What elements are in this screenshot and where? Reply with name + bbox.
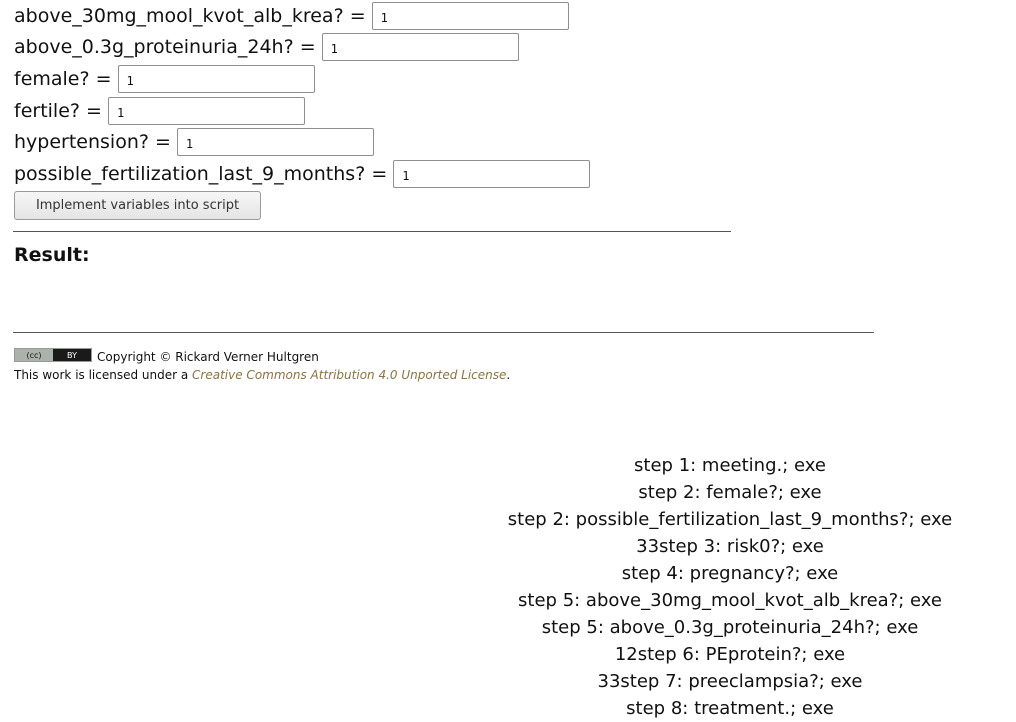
steps-list: step 1: meeting.; exe step 2: female?; e… xyxy=(480,452,980,722)
step-line: step 4: pregnancy?; exe xyxy=(621,563,839,584)
divider xyxy=(13,231,731,232)
step-line: step 1: meeting.; exe xyxy=(634,455,826,476)
step-line: 12step 6: PEprotein?; exe xyxy=(614,644,846,665)
fertilization-input[interactable] xyxy=(393,160,591,188)
step-line: step 2: female?; exe xyxy=(638,482,822,503)
variable-row-fertile: fertile? = xyxy=(14,97,305,125)
variable-row-female: female? = xyxy=(14,65,315,93)
cc-badge-right: BY xyxy=(67,350,77,360)
copyright-text: Copyright © Rickard Verner Hultgren xyxy=(97,350,319,364)
fertile-input[interactable] xyxy=(107,97,305,125)
variable-label: hypertension? = xyxy=(14,131,171,153)
variable-row-proteinuria: above_0.3g_proteinuria_24h? = xyxy=(14,33,519,61)
variable-row-alb-krea: above_30mg_mool_kvot_alb_krea? = xyxy=(14,2,569,30)
license-text: This work is licensed under a Creative C… xyxy=(14,368,510,382)
license-prefix: This work is licensed under a xyxy=(14,368,193,382)
step-line: step 2: possible_fertilization_last_9_mo… xyxy=(507,509,953,530)
proteinuria-input[interactable] xyxy=(321,33,519,61)
variable-row-hypertension: hypertension? = xyxy=(14,128,374,156)
female-input[interactable] xyxy=(117,65,315,93)
hypertension-input[interactable] xyxy=(176,128,374,156)
divider xyxy=(13,332,874,333)
result-heading: Result: xyxy=(14,244,90,266)
step-line: 33step 3: risk0?; exe xyxy=(636,536,824,557)
variable-row-fertilization: possible_fertilization_last_9_months? = xyxy=(14,160,591,188)
variable-label: above_0.3g_proteinuria_24h? = xyxy=(14,36,316,58)
cc-by-badge-icon[interactable]: (cc) BY xyxy=(14,348,92,362)
implement-variables-button[interactable]: Implement variables into script xyxy=(14,191,261,220)
cc-badge-left: (cc) xyxy=(15,349,53,361)
step-line: step 5: above_0.3g_proteinuria_24h?; exe xyxy=(541,617,919,638)
step-line: step 8: treatment.; exe xyxy=(626,698,834,719)
step-line: step 5: above_30mg_mool_kvot_alb_krea?; … xyxy=(518,590,942,611)
variable-label: possible_fertilization_last_9_months? = xyxy=(14,163,388,185)
alb-krea-input[interactable] xyxy=(371,2,569,30)
variable-label: above_30mg_mool_kvot_alb_krea? = xyxy=(14,5,366,27)
variable-label: fertile? = xyxy=(14,100,102,122)
license-suffix: . xyxy=(506,368,511,382)
variable-label: female? = xyxy=(14,68,112,90)
license-link[interactable]: Creative Commons Attribution 4.0 Unporte… xyxy=(192,368,506,382)
step-line: 33step 7: preeclampsia?; exe xyxy=(597,671,863,692)
